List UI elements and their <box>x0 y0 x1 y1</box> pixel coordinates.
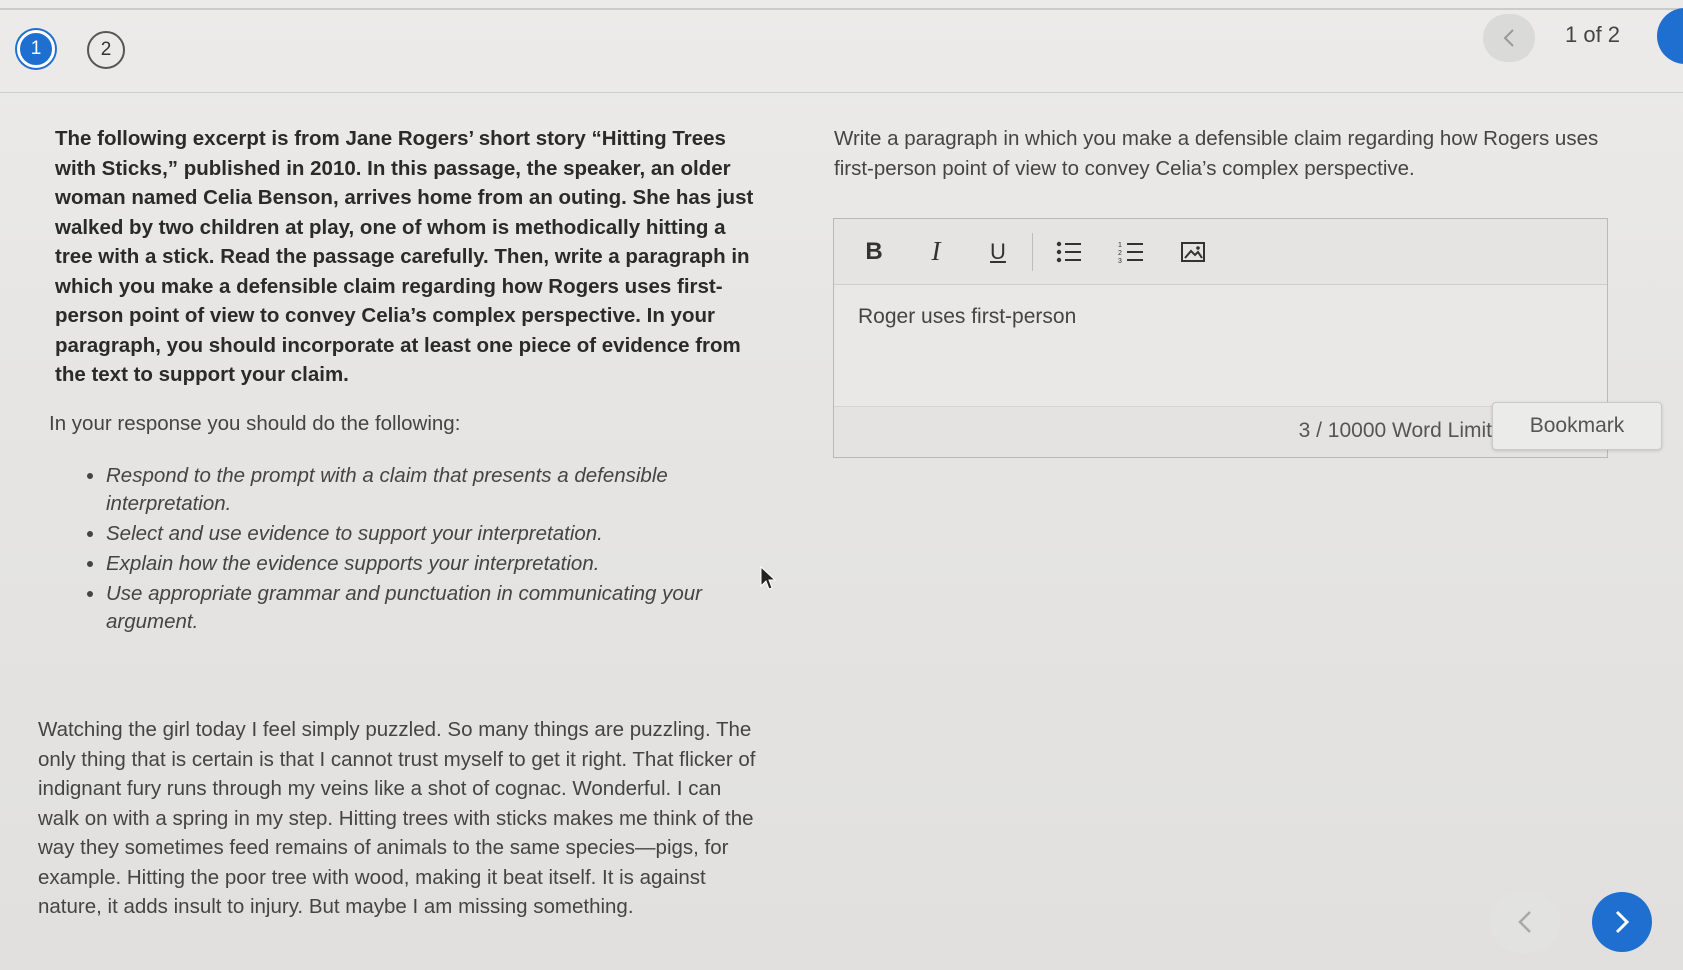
toolbar-divider <box>1032 232 1033 271</box>
underline-icon: U <box>990 238 1006 264</box>
svg-text:2: 2 <box>1118 250 1122 257</box>
story-passage: Watching the girl today I feel simply pu… <box>38 718 756 918</box>
italic-icon: I <box>931 236 941 266</box>
numbered-list-button[interactable]: 1 2 3 <box>1109 232 1153 272</box>
top-navigation-bar: 1 2 1 of 2 <box>0 0 1683 93</box>
bulleted-list-icon <box>1056 241 1081 262</box>
chevron-right-icon <box>1615 910 1630 934</box>
next-page-button[interactable] <box>1657 8 1683 64</box>
question-2-label: 2 <box>100 39 112 60</box>
mouse-pointer-icon <box>760 566 776 590</box>
chevron-left-icon <box>1518 911 1531 933</box>
question-intro: The following excerpt is from Jane Roger… <box>55 127 754 386</box>
list-item: Use appropriate grammar and punctuation … <box>106 580 786 636</box>
editor-toolbar: B I U 1 2 3 <box>834 219 1607 285</box>
numbered-list-icon: 1 2 3 <box>1118 242 1143 264</box>
writing-prompt: Write a paragraph in which you make a de… <box>834 127 1599 180</box>
top-divider <box>0 8 1683 10</box>
question-1-label: 1 <box>30 38 42 59</box>
underline-button[interactable]: U <box>976 232 1020 272</box>
previous-question-button[interactable] <box>1490 891 1560 953</box>
list-item: Respond to the prompt with a claim that … <box>106 462 786 518</box>
response-instructions-heading: In your response you should do the follo… <box>49 412 461 435</box>
chevron-left-icon <box>1503 29 1514 47</box>
svg-text:1: 1 <box>1118 242 1122 249</box>
list-item: Explain how the evidence supports your i… <box>106 550 786 578</box>
page-indicator: 1 of 2 <box>1565 22 1621 47</box>
response-requirements-list: Respond to the prompt with a claim that … <box>80 462 786 638</box>
word-count: 3 / 10000 Word Limit <box>1298 419 1492 442</box>
list-item: Select and use evidence to support your … <box>106 520 786 548</box>
svg-text:3: 3 <box>1118 258 1122 264</box>
bold-icon: B <box>865 237 883 265</box>
bookmark-button[interactable]: Bookmark <box>1492 402 1662 450</box>
previous-page-button[interactable] <box>1483 14 1535 62</box>
question-1-button[interactable]: 1 <box>17 30 55 68</box>
question-2-button[interactable]: 2 <box>87 31 125 69</box>
bold-button[interactable]: B <box>852 232 896 272</box>
response-text-area[interactable]: Roger uses first-person <box>834 285 1607 373</box>
image-icon <box>1181 241 1205 262</box>
bulleted-list-button[interactable] <box>1047 232 1091 272</box>
assessment-page: 1 2 1 of 2 The following excerpt is from… <box>0 0 1683 970</box>
italic-button[interactable]: I <box>914 232 958 272</box>
next-question-button[interactable] <box>1592 892 1652 952</box>
insert-image-button[interactable] <box>1171 232 1215 272</box>
